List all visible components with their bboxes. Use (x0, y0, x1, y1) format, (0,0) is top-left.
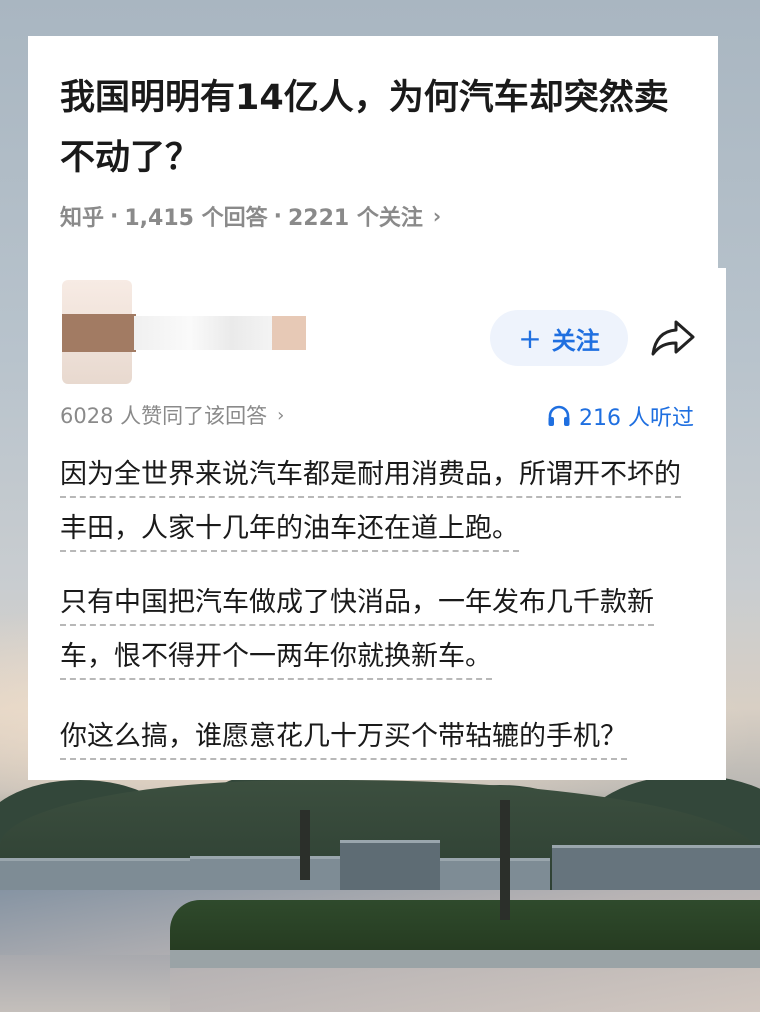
meta-separator: · (273, 203, 282, 229)
share-icon[interactable] (650, 318, 696, 358)
question-meta[interactable]: 知乎 · 1,415 个回答 · 2221 个关注 › (60, 200, 441, 232)
avatar-censor-mosaic (62, 314, 136, 352)
follow-label: 关注 (551, 326, 600, 355)
background-tree-trunk (300, 810, 310, 880)
answer-count: 1,415 个回答 (124, 206, 268, 231)
upvote-label: 6028 人赞同了该回答 (60, 404, 268, 428)
question-title[interactable]: 我国明明有14亿人，为何汽车却突然卖不动了？ (60, 68, 700, 188)
upvote-count[interactable]: 6028 人赞同了该回答 › (60, 400, 284, 430)
background-tree-trunk (500, 800, 510, 920)
answer-text: 你这么搞，谁愿意花几十万买个带轱辘的手机？ (60, 721, 627, 760)
headphones-icon (548, 405, 570, 426)
meta-separator: · (110, 203, 119, 229)
background-curb (170, 950, 760, 968)
answer-paragraph: 因为全世界来说汽车都是耐用消费品，所谓开不坏的丰田，人家十几年的油车还在道上跑。 (60, 448, 700, 556)
screenshot-stage: 我国明明有14亿人，为何汽车却突然卖不动了？ 知乎 · 1,415 个回答 · … (0, 0, 760, 1012)
listen-label: 216 人听过 (579, 406, 694, 431)
listen-count[interactable]: 216 人听过 (547, 400, 694, 432)
author-name-censor-mosaic (272, 316, 306, 350)
answer-paragraph: 只有中国把汽车做成了快消品，一年发布几千款新车，恨不得开个一两年你就换新车。 (60, 576, 700, 684)
plus-icon: + (518, 321, 542, 355)
follower-count: 2221 个关注 (287, 206, 423, 231)
chevron-right-icon: › (277, 404, 285, 426)
follow-button[interactable]: + 关注 (490, 310, 628, 366)
answer-text: 因为全世界来说汽车都是耐用消费品，所谓开不坏的丰田，人家十几年的油车还在道上跑。 (60, 459, 681, 552)
answer-text: 只有中国把汽车做成了快消品，一年发布几千款新车，恨不得开个一两年你就换新车。 (60, 587, 654, 680)
author-name-blurred[interactable] (134, 316, 274, 350)
answer-paragraph: 你这么搞，谁愿意花几十万买个带轱辘的手机？ (60, 710, 700, 764)
chevron-right-icon: › (432, 204, 442, 228)
source-label: 知乎 (60, 206, 105, 231)
background-pavement-edge (0, 955, 170, 1012)
